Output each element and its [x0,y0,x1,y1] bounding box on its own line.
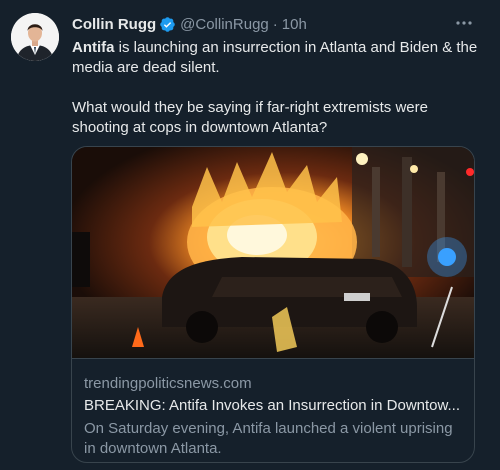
tweet-text-line1: is launching an insurrection in Atlanta … [72,39,478,76]
tweet-text: Antifa is launching an insurrection in A… [72,38,482,138]
tweet-text-paragraph-2: What would they be saying if far-right e… [72,99,428,136]
link-card[interactable]: trendingpoliticsnews.com BREAKING: Antif… [71,146,475,463]
author-name[interactable]: Collin Rugg [72,16,156,33]
timestamp[interactable]: 10h [282,16,307,33]
more-options-icon[interactable] [454,13,474,33]
card-description: On Saturday evening, Antifa launched a v… [84,420,453,457]
avatar[interactable] [11,13,59,61]
separator-dot: · [272,15,278,33]
card-domain: trendingpoliticsnews.com [84,375,252,392]
card-body[interactable]: trendingpoliticsnews.com BREAKING: Antif… [72,358,474,462]
card-image[interactable] [72,147,475,358]
verified-badge-icon [159,16,176,33]
author-handle[interactable]: @CollinRugg [180,16,269,33]
card-title: BREAKING: Antifa Invokes an Insurrection… [84,397,461,414]
hashtag-link[interactable]: Antifa [72,39,115,56]
tweet-header: Collin Rugg @CollinRugg · 10h [72,14,486,34]
tweet-text-paragraph-1: Antifa is launching an insurrection in A… [72,38,482,78]
tweet[interactable]: Collin Rugg @CollinRugg · 10h Antifa is … [0,0,500,470]
